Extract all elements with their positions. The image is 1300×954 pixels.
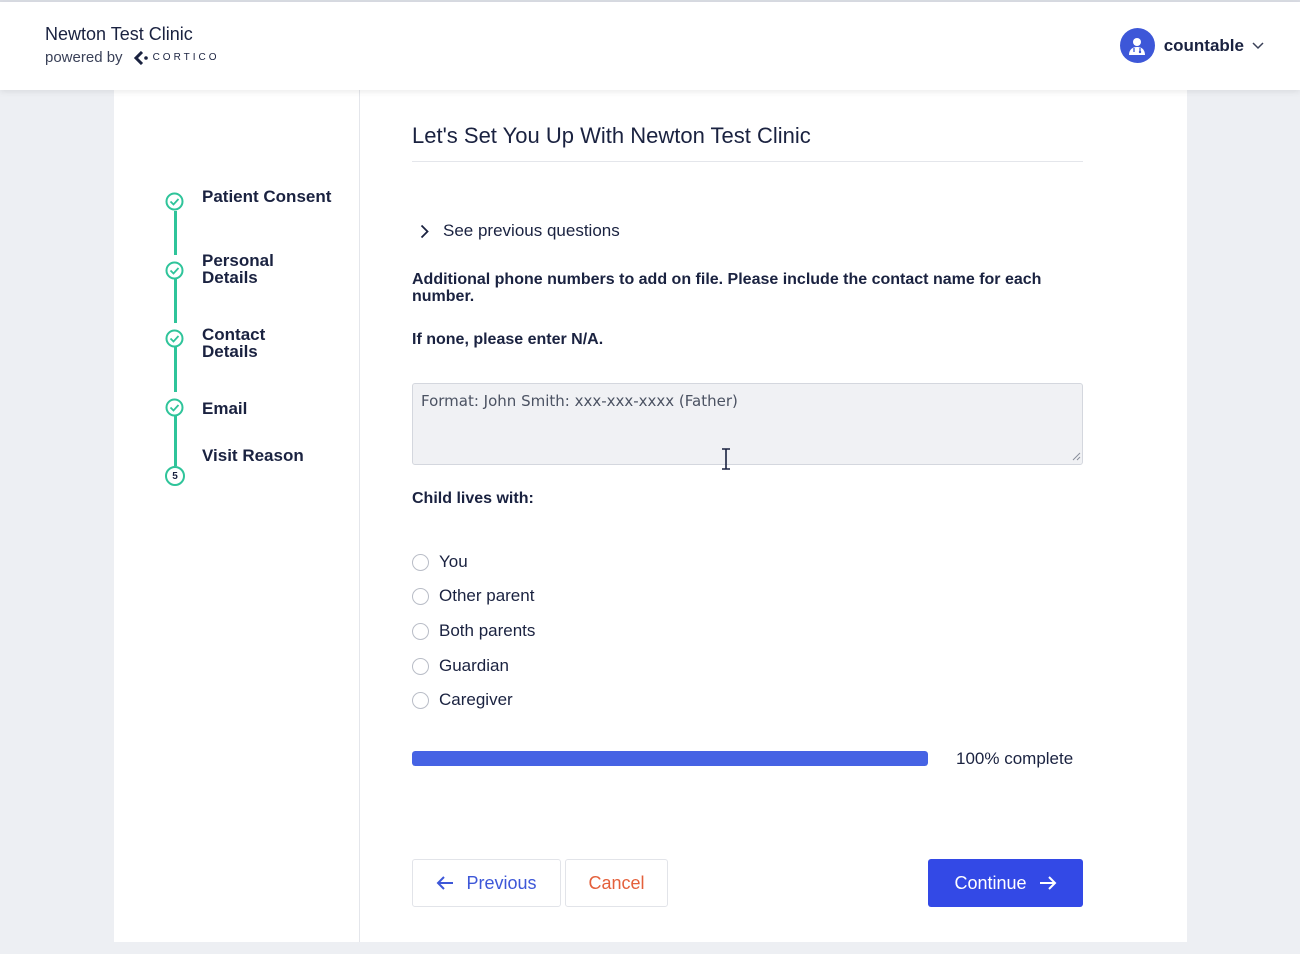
step-visit-reason[interactable]: Visit Reason: [202, 447, 304, 464]
powered-by: powered by CORTICO: [45, 49, 220, 66]
cortico-logo: CORTICO: [133, 50, 220, 65]
question-hint: If none, please enter N/A.: [412, 331, 604, 348]
clinic-name: Newton Test Clinic: [45, 24, 193, 44]
previous-button[interactable]: Previous: [412, 859, 561, 907]
radio-option-label: Other parent: [439, 586, 535, 605]
user-name: countable: [1163, 35, 1244, 55]
title-divider: [412, 161, 1083, 162]
radio-button[interactable]: [412, 691, 429, 709]
doctor-avatar-icon: [1129, 37, 1146, 55]
continue-button[interactable]: Continue: [928, 859, 1083, 907]
step-connector: [174, 347, 177, 392]
radio-option-other-parent[interactable]: Other parent: [412, 586, 534, 606]
step-personal-details[interactable]: Personal Details: [202, 252, 302, 286]
step-check-icon: [165, 329, 184, 348]
see-previous-questions[interactable]: See previous questions: [420, 221, 620, 241]
powered-by-text: powered by: [45, 49, 123, 66]
arrow-right-icon: [1039, 876, 1057, 890]
see-previous-label: See previous questions: [443, 221, 620, 240]
user-menu[interactable]: countable: [1119, 28, 1264, 63]
cortico-wordmark: CORTICO: [152, 52, 220, 63]
step-check-icon: [165, 261, 184, 280]
form-card: Patient Consent Personal Details Contact…: [114, 90, 1187, 942]
progress-text: 100% complete: [956, 749, 1074, 768]
continue-label: Continue: [954, 872, 1027, 893]
cancel-label: Cancel: [588, 872, 645, 893]
resize-handle-icon[interactable]: [1072, 452, 1081, 461]
step-email[interactable]: Email: [202, 400, 247, 417]
arrow-left-icon: [436, 876, 454, 890]
radio-group-label: Child lives with:: [412, 490, 534, 507]
progress-bar: [412, 751, 928, 766]
step-connector: [174, 416, 177, 466]
radio-option-label: Caregiver: [439, 690, 513, 709]
cancel-button[interactable]: Cancel: [565, 859, 668, 907]
step-patient-consent[interactable]: Patient Consent: [202, 188, 342, 205]
progress-fill: [412, 751, 928, 766]
step-check-icon: [165, 192, 184, 211]
step-check-icon: [165, 398, 184, 417]
step-number-badge: 5: [165, 466, 185, 486]
previous-label: Previous: [466, 872, 537, 893]
page-title: Let's Set You Up With Newton Test Clinic: [412, 123, 811, 148]
step-sidebar: Patient Consent Personal Details Contact…: [114, 90, 360, 942]
radio-option-label: Guardian: [439, 656, 509, 675]
question-text: Additional phone numbers to add on file.…: [412, 271, 1042, 305]
radio-button[interactable]: [412, 587, 429, 605]
radio-button[interactable]: [412, 657, 429, 675]
radio-button[interactable]: [412, 553, 429, 571]
radio-option-you[interactable]: You: [412, 552, 468, 572]
radio-option-guardian[interactable]: Guardian: [412, 656, 509, 676]
phone-numbers-textarea[interactable]: [412, 383, 1083, 465]
step-contact-details[interactable]: Contact Details: [202, 326, 292, 360]
radio-button[interactable]: [412, 622, 429, 640]
step-connector: [174, 279, 177, 323]
radio-option-caregiver[interactable]: Caregiver: [412, 690, 513, 710]
text-cursor-icon: [722, 448, 730, 470]
radio-option-label: Both parents: [439, 621, 536, 640]
chevron-down-icon: [1252, 41, 1264, 50]
chevron-right-icon: [420, 224, 429, 238]
step-connector: [174, 211, 177, 255]
avatar: [1119, 28, 1155, 63]
app-header: Newton Test Clinic powered by CORTICO co…: [0, 2, 1300, 90]
radio-option-both-parents[interactable]: Both parents: [412, 621, 535, 641]
cortico-mark-icon: [133, 50, 148, 65]
radio-option-label: You: [439, 552, 468, 571]
